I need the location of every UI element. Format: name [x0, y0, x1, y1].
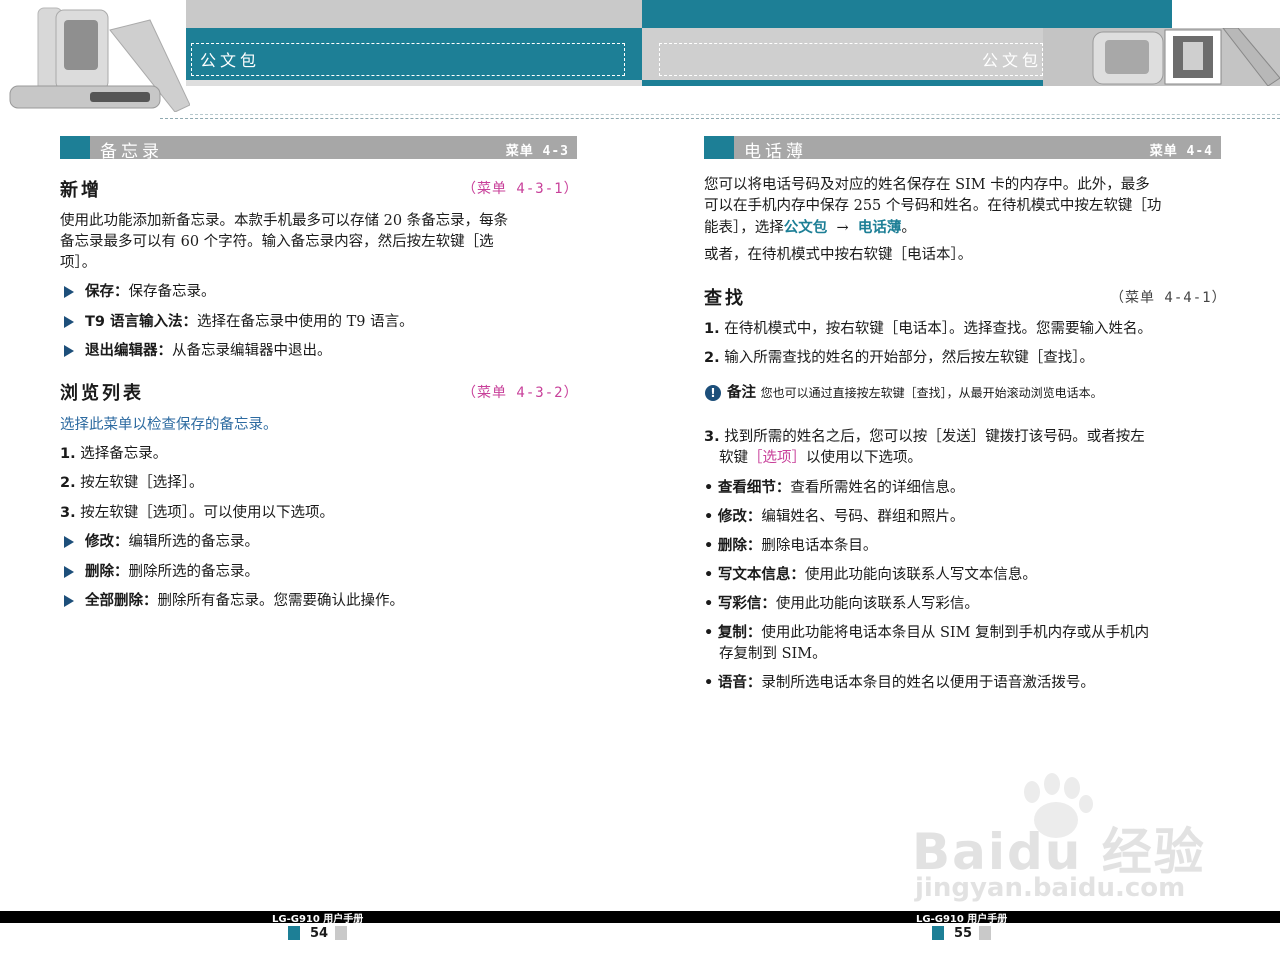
page-number-right: 55	[954, 926, 973, 941]
bullet-arrow-icon	[64, 286, 74, 298]
link-briefcase[interactable]: 公文包	[784, 219, 828, 236]
menu-ref-add: （菜单 4-3-1）	[462, 181, 579, 197]
header-left-title: 公文包	[200, 51, 261, 70]
phonebook-intro-line2: 可以在手机内存中保存 255 个号码和姓名。在待机模式中按左软键［功	[704, 198, 1162, 214]
bullet-arrow-icon	[64, 316, 74, 328]
exclamation-icon: !	[705, 385, 721, 401]
phone-photo-right	[1043, 27, 1280, 87]
bullet-arrow-icon	[64, 345, 74, 357]
list-item: • 查看细节：查看所需姓名的详细信息。	[704, 480, 965, 496]
heading-find: 查找	[704, 288, 746, 309]
list-item: 删除：删除所选的备忘录。	[85, 564, 259, 580]
find-step-3-line1: 3. 找到所需的姓名之后，您可以按［发送］键拨打该号码。或者按左	[704, 429, 1145, 445]
footer-model-left: LG-G910 用户手册	[272, 914, 364, 925]
find-step-3-line2: 软键［选项］以使用以下选项。	[719, 450, 922, 466]
add-desc-line1: 使用此功能添加新备忘录。本款手机最多可以存储 20 条备忘录，每条	[60, 213, 509, 229]
heading-browse: 浏览列表	[60, 383, 144, 404]
list-item: • 语音：录制所选电话本条目的姓名以便用于语音激活拨号。	[704, 675, 1095, 691]
header-right-title: 公文包	[982, 51, 1043, 70]
bullet-arrow-icon	[64, 595, 74, 607]
section-bar-phonebook: 电话薄 菜单 4-4	[704, 136, 1221, 162]
watermark-url: jingyan.baidu.com	[915, 873, 1186, 903]
header-divider	[160, 118, 1280, 119]
bullet-arrow-icon	[64, 536, 74, 548]
list-item: 退出编辑器：从备忘录编辑器中退出。	[85, 343, 332, 359]
section-title: 电话薄	[744, 142, 807, 162]
list-item: 全部删除：删除所有备忘录。您需要确认此操作。	[85, 593, 404, 609]
phonebook-intro-line3: 能表］，选择公文包 → 电话薄。	[704, 219, 916, 236]
bullet-arrow-icon	[64, 566, 74, 578]
menu-ref-find: （菜单 4-4-1）	[1110, 290, 1227, 306]
find-step-1: 1. 在待机模式中，按右软键［电话本］。选择查找。您需要输入姓名。	[704, 321, 1152, 337]
list-item: • 修改：编辑姓名、号码、群组和照片。	[704, 509, 965, 525]
phonebook-intro-line1: 您可以将电话号码及对应的姓名保存在 SIM 卡的内存中。此外，最多	[704, 177, 1150, 193]
step-1: 1. 选择备忘录。	[60, 446, 168, 462]
list-item: 保存：保存备忘录。	[85, 284, 216, 300]
section-bar-memo: 备忘录 菜单 4-3	[60, 136, 577, 162]
list-item: • 写文本信息：使用此功能向该联系人写文本信息。	[704, 567, 1037, 583]
list-item: • 复制：使用此功能将电话本条目从 SIM 复制到手机内存或从手机内	[704, 625, 1150, 641]
menu-ref-browse: （菜单 4-3-2）	[462, 385, 579, 401]
section-title: 备忘录	[100, 142, 163, 162]
footer-model-right: LG-G910 用户手册	[916, 914, 1008, 925]
add-desc-line2: 备忘录最多可以有 60 个字符。输入备忘录内容，然后按左软键［选	[60, 234, 494, 250]
phonebook-intro-line4: 或者，在待机模式中按右软键［电话本］。	[704, 247, 973, 263]
list-item: • 写彩信：使用此功能向该联系人写彩信。	[704, 596, 979, 612]
step-3: 3. 按左软键［选项］。可以使用以下选项。	[60, 505, 334, 521]
browse-intro: 选择此菜单以检查保存的备忘录。	[60, 417, 278, 433]
list-item-continuation: 存复制到 SIM。	[719, 646, 827, 662]
step-2: 2. 按左软键［选择］。	[60, 475, 204, 491]
find-step-2: 2. 输入所需查找的姓名的开始部分，然后按左软键［查找］。	[704, 350, 1094, 366]
add-desc-line3: 项］。	[60, 255, 97, 271]
page-number-left: 54	[310, 926, 329, 941]
phone-photo-left	[0, 0, 191, 113]
link-phonebook[interactable]: 电话薄	[858, 219, 902, 236]
list-item: 修改：编辑所选的备忘录。	[85, 534, 259, 550]
heading-add: 新增	[60, 180, 102, 201]
list-item: • 删除：删除电话本条目。	[704, 538, 878, 554]
section-menu-ref: 菜单 4-4	[1149, 144, 1213, 159]
note: 备注 您也可以通过直接按左软键［查找］，从最开始滚动浏览电话本。	[727, 385, 1103, 401]
section-menu-ref: 菜单 4-3	[505, 144, 569, 159]
list-item: T9 语言输入法：选择在备忘录中使用的 T9 语言。	[85, 314, 414, 330]
